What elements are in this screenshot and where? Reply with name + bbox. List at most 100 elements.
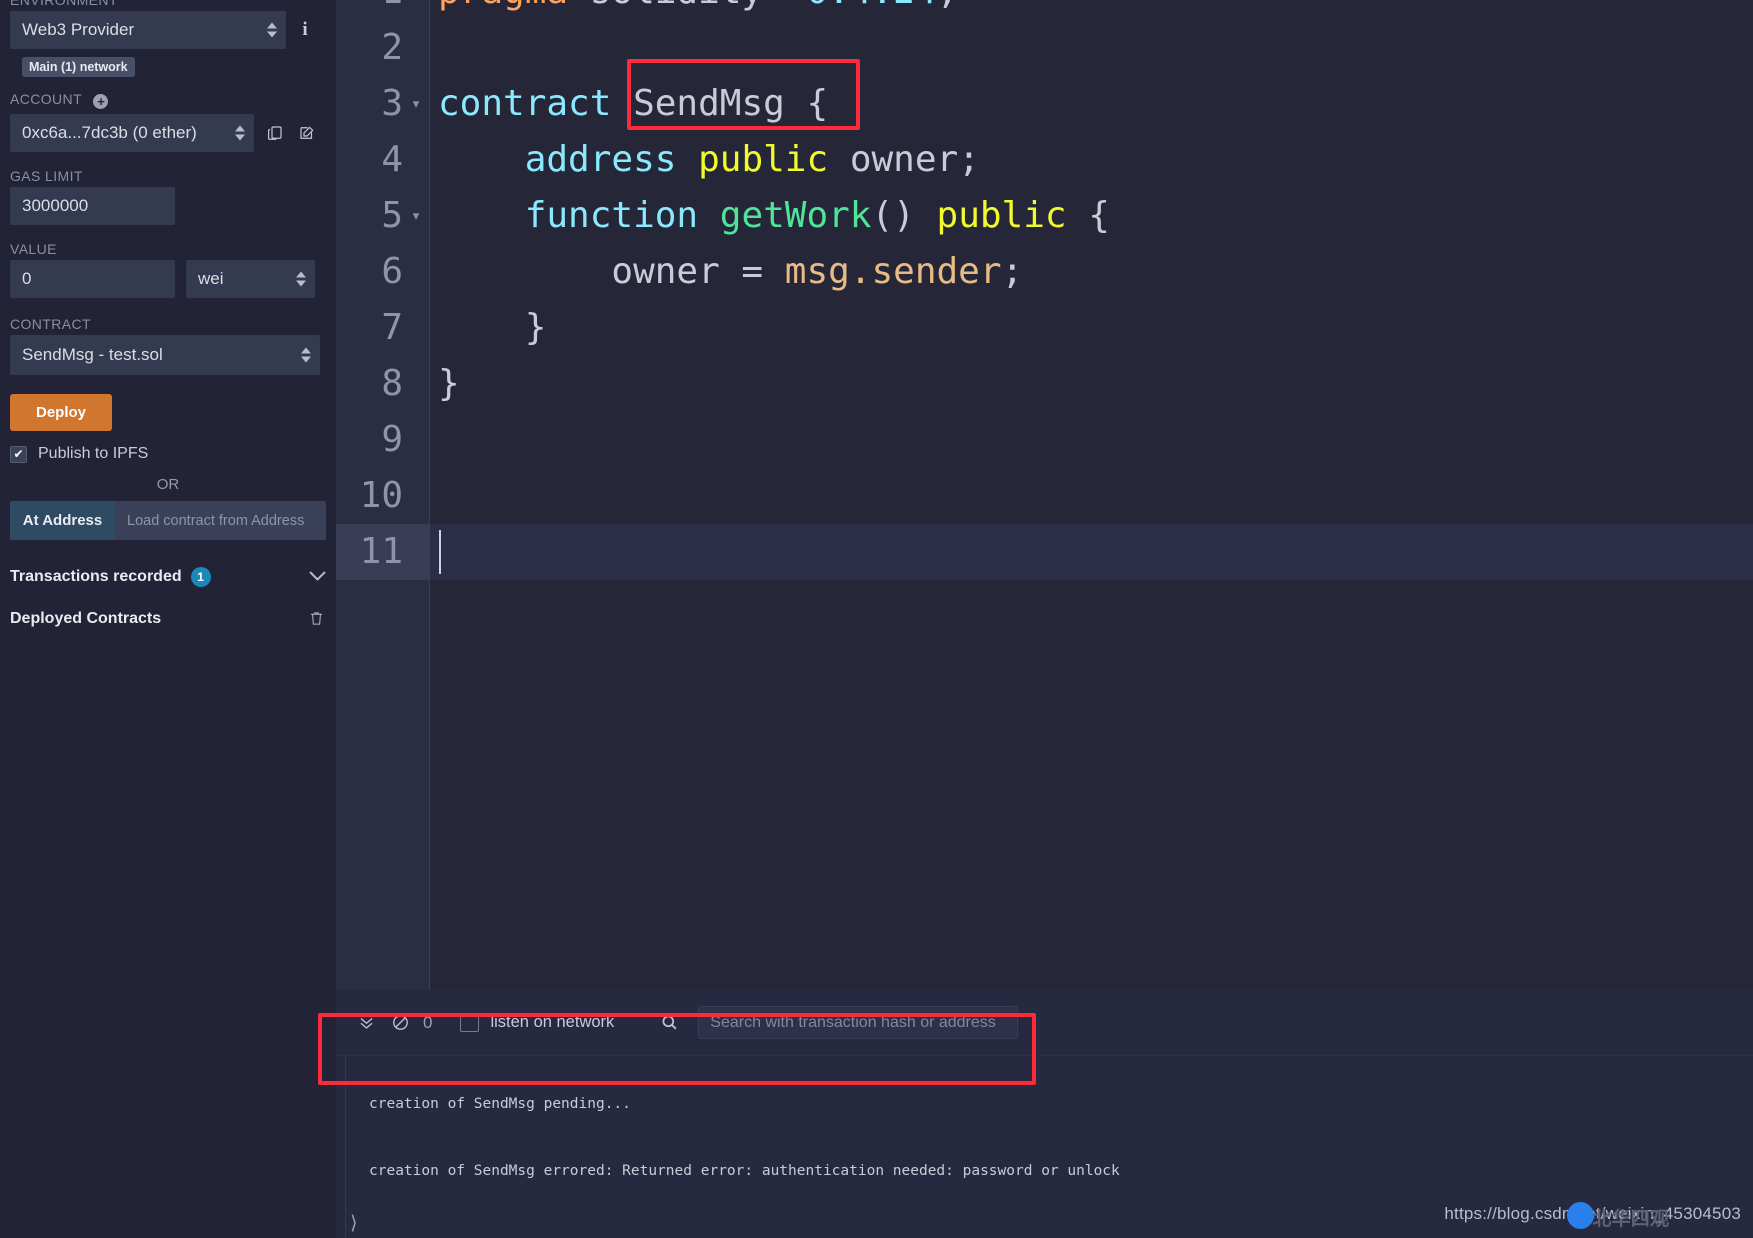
environment-spinner-icon[interactable] — [267, 23, 277, 38]
editor-code-area[interactable]: pragma solidity ^0.4.24; contract SendMsg… — [430, 0, 1753, 990]
account-spinner-icon[interactable] — [235, 126, 245, 141]
chevron-down-icon[interactable] — [309, 569, 326, 586]
contract-spinner-icon[interactable] — [301, 348, 311, 363]
code-line[interactable]: } — [438, 300, 546, 356]
console-panel: 0 listen on network creation of SendMsg … — [336, 990, 1753, 1238]
line-number: 4 — [381, 132, 403, 188]
environment-label: ENVIRONMENT — [10, 0, 326, 8]
code-line[interactable]: contract SendMsg { — [438, 76, 828, 132]
code-token: { — [1067, 195, 1110, 236]
code-token: owner = — [438, 251, 785, 292]
code-line[interactable]: address public owner; — [438, 132, 980, 188]
copy-icon[interactable] — [264, 122, 286, 144]
chevrons-down-icon[interactable] — [349, 1006, 383, 1040]
value-amount-input[interactable] — [10, 260, 175, 298]
code-token: address — [438, 139, 698, 180]
line-number: 11 — [360, 524, 403, 580]
listen-on-network-checkbox[interactable] — [460, 1013, 479, 1032]
info-icon[interactable]: i — [296, 19, 314, 41]
environment-value: Web3 Provider — [22, 20, 134, 40]
code-token: } — [438, 307, 546, 348]
code-line[interactable]: } — [438, 356, 460, 412]
value-unit-select[interactable]: wei — [186, 260, 315, 298]
code-token: ; — [1002, 251, 1024, 292]
watermark: https://blog.csdn.net/weixin_45304503 北华… — [1444, 1204, 1741, 1224]
fold-toggle-icon[interactable]: ▾ — [409, 0, 423, 20]
code-editor[interactable]: 1▾23▾45▾67891011 pragma solidity ^0.4.24… — [336, 0, 1753, 990]
console-count: 0 — [423, 1013, 432, 1033]
contract-select[interactable]: SendMsg - test.sol — [10, 335, 320, 375]
trash-icon[interactable] — [308, 610, 326, 628]
deploy-button[interactable]: Deploy — [10, 394, 112, 431]
or-divider-label: OR — [10, 476, 326, 493]
main-panel: 1▾23▾45▾67891011 pragma solidity ^0.4.24… — [336, 0, 1753, 1238]
publish-ipfs-label: Publish to IPFS — [38, 445, 148, 463]
listen-on-network-label: listen on network — [490, 1013, 614, 1032]
environment-select[interactable]: Web3 Provider — [10, 11, 286, 49]
code-token: { — [785, 83, 828, 124]
watermark-overlay-text: 北华四观 — [1592, 1204, 1669, 1231]
account-label: ACCOUNT — [10, 91, 82, 107]
line-number: 7 — [381, 300, 403, 356]
transactions-recorded-count: 1 — [191, 567, 211, 587]
contract-label: CONTRACT — [10, 316, 326, 332]
value-label: VALUE — [10, 241, 326, 257]
contract-value: SendMsg - test.sol — [22, 345, 163, 365]
console-left-rule — [345, 1056, 346, 1238]
code-token: } — [438, 363, 460, 404]
network-badge: Main (1) network — [22, 57, 135, 77]
search-icon[interactable] — [652, 1006, 686, 1040]
line-number: 5 — [381, 188, 403, 244]
plus-circle-icon[interactable]: + — [93, 94, 108, 109]
line-number: 9 — [381, 412, 403, 468]
code-token: () — [871, 195, 914, 236]
fold-toggle-icon[interactable]: ▾ — [409, 76, 423, 132]
publish-ipfs-checkbox[interactable]: ✔ — [10, 446, 27, 463]
deployed-contracts-section[interactable]: Deployed Contracts — [10, 598, 326, 640]
editor-gutter: 1▾23▾45▾67891011 — [336, 0, 430, 990]
code-token: function — [438, 195, 720, 236]
deployed-contracts-label: Deployed Contracts — [10, 610, 161, 628]
console-toolbar: 0 listen on network — [336, 990, 1753, 1056]
gas-limit-label: GAS LIMIT — [10, 168, 326, 184]
console-prompt-caret: ⟩ — [348, 1212, 359, 1234]
at-address-input[interactable] — [115, 501, 326, 540]
code-line[interactable]: owner = msg.sender; — [438, 244, 1023, 300]
code-token — [611, 83, 633, 124]
console-search-input[interactable] — [698, 1006, 1018, 1039]
at-address-row: At Address — [10, 501, 326, 540]
line-number: 10 — [360, 468, 403, 524]
code-line[interactable]: pragma solidity ^0.4.24; — [438, 0, 958, 20]
code-token: public — [937, 195, 1067, 236]
code-token: getWork — [720, 195, 872, 236]
account-select[interactable]: 0xc6a...7dc3b (0 ether) — [10, 114, 254, 152]
remix-ide-window: ENVIRONMENT Web3 Provider i Main (1) net… — [0, 0, 1753, 1238]
account-value: 0xc6a...7dc3b (0 ether) — [22, 123, 197, 143]
code-line[interactable]: function getWork() public { — [438, 188, 1110, 244]
console-log-pending: creation of SendMsg pending... — [336, 1092, 1753, 1116]
console-log-error: creation of SendMsg errored: Returned er… — [336, 1159, 1753, 1183]
code-token: pragma — [438, 0, 590, 12]
line-number: 2 — [381, 20, 403, 76]
line-number: 8 — [381, 356, 403, 412]
line-number: 6 — [381, 244, 403, 300]
line-number: 3 — [381, 76, 403, 132]
edit-icon[interactable] — [296, 122, 318, 144]
code-token: owner; — [828, 139, 980, 180]
value-unit-value: wei — [198, 269, 224, 289]
code-token: ^0.4.24 — [763, 0, 936, 12]
value-unit-spinner-icon[interactable] — [296, 272, 306, 287]
transactions-recorded-label: Transactions recorded — [10, 568, 182, 586]
at-address-button[interactable]: At Address — [10, 501, 115, 540]
code-token: SendMsg — [633, 83, 785, 124]
code-token: ; — [937, 0, 959, 12]
gas-limit-input[interactable] — [10, 187, 175, 225]
code-token: solidity — [590, 0, 763, 12]
fold-toggle-icon[interactable]: ▾ — [409, 188, 423, 244]
ban-icon[interactable] — [383, 1006, 417, 1040]
code-token: public — [698, 139, 828, 180]
transactions-recorded-section[interactable]: Transactions recorded 1 — [10, 556, 326, 598]
active-line-highlight — [430, 524, 1753, 580]
code-token: msg.sender — [785, 251, 1002, 292]
line-number: 1 — [381, 0, 403, 20]
